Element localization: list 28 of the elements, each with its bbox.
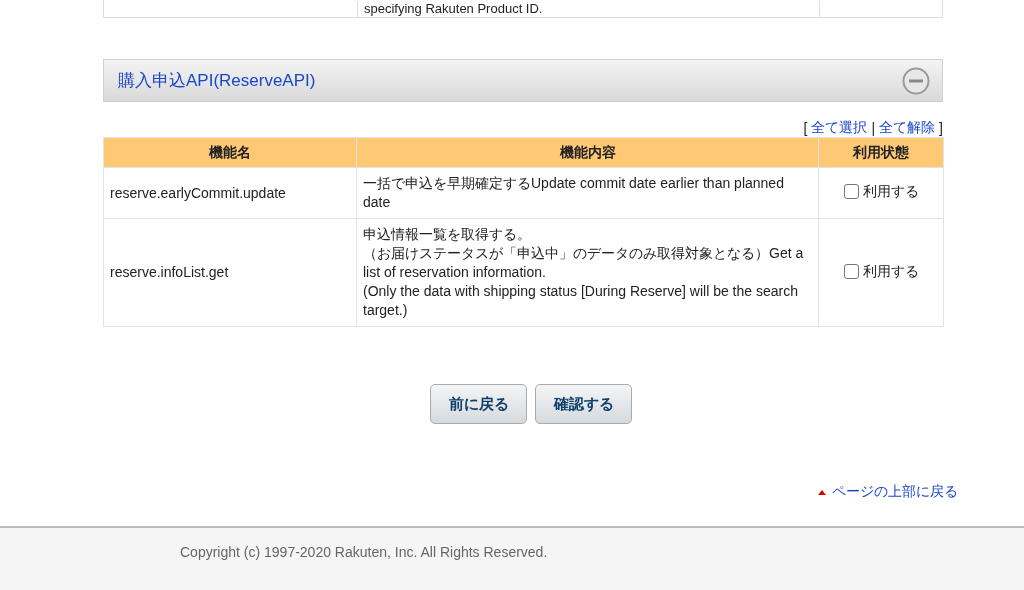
- triangle-up-icon: [818, 489, 826, 495]
- table-cell: reserve.earlyCommit.update: [103, 167, 357, 219]
- table-cell: reserve.infoList.get: [103, 218, 357, 327]
- separator: |: [871, 119, 876, 136]
- description-text: 申込情報一覧を取得する。: [363, 225, 532, 244]
- checkbox-label: 利用する: [862, 182, 919, 201]
- column-header: 機能内容: [356, 137, 819, 168]
- confirm-button[interactable]: 確認する: [535, 384, 632, 424]
- back-to-top-link[interactable]: ページの上部に戻る: [832, 483, 958, 501]
- copyright-text: Copyright (c) 1997-2020 Rakuten, Inc. All Rights Reserved.: [180, 544, 548, 560]
- table-cell: specifying Rakuten Product ID.: [364, 1, 543, 16]
- select-all-link[interactable]: 全て選択: [811, 118, 868, 137]
- use-checkbox[interactable]: 利用する: [843, 261, 919, 281]
- section-title: 購入申込API(ReserveAPI): [118, 70, 316, 92]
- column-header: 機能名: [103, 137, 357, 168]
- description-text: (Only the data with shipping status [During Reserve] will be the search target.): [363, 282, 799, 320]
- checkbox-label: 利用する: [862, 261, 919, 281]
- collapse-icon[interactable]: [902, 66, 930, 95]
- checkbox[interactable]: [843, 263, 859, 279]
- bracket: ]: [939, 119, 943, 136]
- description-text: （お届けステータスが「申込中」のデータのみ取得対象となる）Get a list of reservation information.: [363, 244, 805, 282]
- description-text: 一括で申込を早期確定するUpdate commit date earlier than planned date: [363, 174, 785, 212]
- deselect-all-link[interactable]: 全て解除: [879, 118, 936, 137]
- section-header[interactable]: 購入申込API(ReserveAPI): [103, 59, 943, 102]
- column-header: 利用状態: [818, 137, 944, 168]
- checkbox[interactable]: [843, 184, 859, 199]
- bracket: [: [803, 119, 808, 136]
- back-button[interactable]: 前に戻る: [430, 384, 527, 424]
